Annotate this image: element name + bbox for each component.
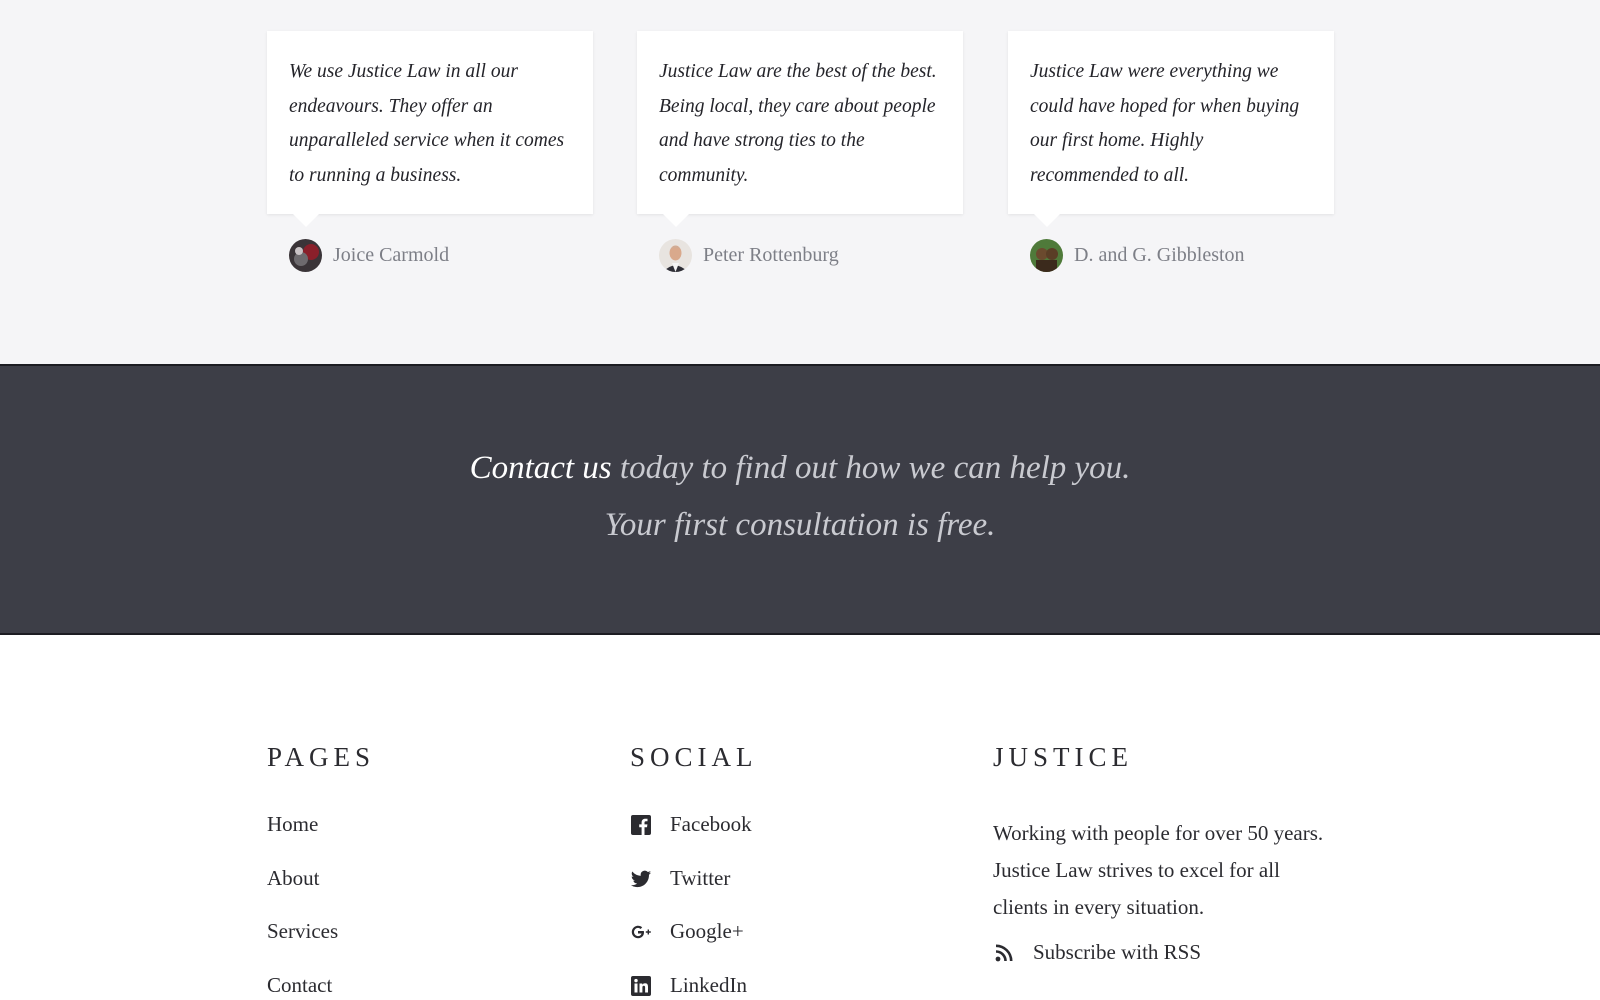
social-label: Twitter <box>670 865 731 890</box>
testimonial-quote: We use Justice Law in all our endeavours… <box>289 61 565 186</box>
footer-heading-justice: JUSTICE <box>993 742 1134 772</box>
avatar <box>659 239 692 272</box>
cta-line-1: Contact us today to find out how we can … <box>0 450 1600 487</box>
avatar <box>289 239 322 272</box>
justice-description: Working with people for over 50 years. J… <box>993 821 1324 919</box>
contact-cta-banner: Contact us today to find out how we can … <box>0 364 1600 635</box>
footer-link-about[interactable]: About <box>267 866 567 920</box>
quote-bubble: Justice Law were everything we could hav… <box>1008 31 1334 227</box>
social-link-twitter[interactable]: Twitter <box>630 866 950 920</box>
social-list: Facebook Twitter Google+ LinkedIn <box>630 812 950 1000</box>
footer-heading-social: SOCIAL <box>630 742 758 772</box>
facebook-icon <box>630 814 652 836</box>
avatar <box>1030 239 1063 272</box>
footer-link-services[interactable]: Services <box>267 919 567 973</box>
testimonial-author: D. and G. Gibbleston <box>1030 239 1245 272</box>
footer-pages-column: PAGES Home About Services Contact <box>267 742 567 1000</box>
testimonial-card: We use Justice Law in all our endeavours… <box>267 31 593 272</box>
author-name: Peter Rottenburg <box>703 244 839 266</box>
google-plus-icon <box>630 921 652 943</box>
author-name: D. and G. Gibbleston <box>1074 244 1245 266</box>
footer-social-column: SOCIAL Facebook Twitter Google+ LinkedIn <box>630 742 950 1000</box>
social-link-linkedin[interactable]: LinkedIn <box>630 973 950 1000</box>
quote-bubble: We use Justice Law in all our endeavours… <box>267 31 593 227</box>
social-label: LinkedIn <box>670 972 747 997</box>
footer: PAGES Home About Services Contact SOCIAL… <box>0 637 1600 1000</box>
social-label: Facebook <box>670 812 752 836</box>
footer-justice-column: JUSTICE Working with people for over 50 … <box>993 742 1338 965</box>
testimonial-author: Peter Rottenburg <box>659 239 839 272</box>
cta-line-2: Your first consultation is free. <box>604 507 996 543</box>
contact-us-link[interactable]: Contact us <box>470 450 612 486</box>
testimonial-quote: Justice Law are the best of the best. Be… <box>659 61 937 186</box>
cta-line-1-text: today to find out how we can help you. <box>611 450 1131 486</box>
testimonial-card: Justice Law are the best of the best. Be… <box>637 31 963 272</box>
testimonial-author: Joice Carmold <box>289 239 449 272</box>
social-link-google-plus[interactable]: Google+ <box>630 919 950 973</box>
footer-heading-pages: PAGES <box>267 742 376 772</box>
pages-list: Home About Services Contact <box>267 812 567 1000</box>
author-name: Joice Carmold <box>333 244 450 266</box>
testimonial-quote: Justice Law were everything we could hav… <box>1030 61 1300 186</box>
footer-link-contact[interactable]: Contact <box>267 973 567 1000</box>
footer-link-home[interactable]: Home <box>267 812 567 866</box>
testimonials-section: We use Justice Law in all our endeavours… <box>0 0 1600 364</box>
quote-bubble: Justice Law are the best of the best. Be… <box>637 31 963 227</box>
rss-icon <box>993 942 1015 964</box>
social-link-facebook[interactable]: Facebook <box>630 812 950 866</box>
rss-label: Subscribe with RSS <box>1033 940 1202 964</box>
social-label: Google+ <box>670 919 744 943</box>
testimonial-card: Justice Law were everything we could hav… <box>1008 31 1334 272</box>
twitter-icon <box>630 868 652 890</box>
linkedin-icon <box>630 975 652 997</box>
subscribe-rss-link[interactable]: Subscribe with RSS <box>993 940 1338 965</box>
